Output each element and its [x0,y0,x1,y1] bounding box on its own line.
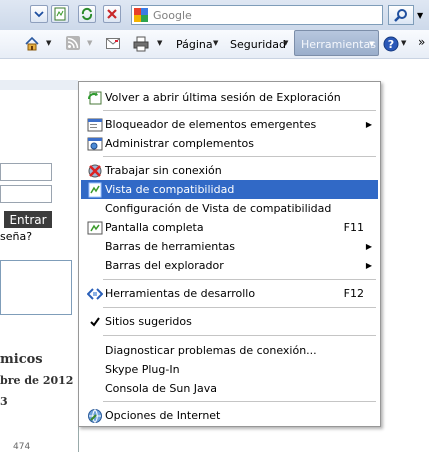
feeds-icon[interactable] [66,36,80,50]
developer-tools-icon [87,288,103,300]
shortcut-label: F12 [343,287,364,300]
refresh-icon [81,7,93,21]
addons-icon [87,137,103,151]
home-icon[interactable] [24,36,40,52]
menu-item-suggested-sites[interactable]: Sitios sugeridos [81,312,378,331]
menu-item-reopen-session[interactable]: Volver a abrir última sesión de Explorac… [81,88,378,107]
menu-item-diagnose-connection[interactable]: Diagnosticar problemas de conexión... [81,341,378,360]
menu-item-popup-blocker[interactable]: Bloqueador de elementos emergentes ▶ [81,115,378,134]
menu-item-label: Configuración de Vista de compatibilidad [105,202,332,215]
menu-item-work-offline[interactable]: Trabajar sin conexión [81,161,378,180]
svg-text:?: ? [388,38,394,51]
offline-icon [88,164,102,178]
compatibility-page-icon [54,7,66,21]
compatibility-button[interactable] [51,5,69,23]
toolbar-overflow-chevron[interactable]: » [418,35,425,49]
tools-menu: Volver a abrir última sesión de Explorac… [78,81,381,427]
page-counter: 474 [13,442,31,452]
address-toolbar: Google ▼ [0,0,429,31]
forgot-password-link[interactable]: seña? [0,230,32,243]
page-date: bre de 2012 [0,374,74,387]
stop-button[interactable] [103,5,121,23]
search-options-arrow[interactable]: ▼ [417,11,423,20]
menu-item-label: Volver a abrir última sesión de Explorac… [105,91,341,104]
address-dropdown-button[interactable] [30,5,48,23]
menu-separator [103,279,376,280]
submenu-arrow-icon: ▶ [365,120,372,129]
reopen-session-icon [88,91,102,105]
menu-separator [103,401,376,402]
menu-item-manage-addons[interactable]: Administrar complementos [81,134,378,153]
internet-options-icon [88,409,102,423]
menu-item-label: Vista de compatibilidad [105,183,235,196]
search-input[interactable]: Google [131,5,383,25]
menu-item-label: Diagnosticar problemas de conexión... [105,344,317,357]
menu-item-developer-tools[interactable]: Herramientas de desarrollo F12 [81,284,378,303]
search-placeholder: Google [153,9,192,22]
chevron-down-icon [34,11,44,18]
compatibility-view-icon [88,182,102,198]
tools-menu-label: Herramientas [301,38,376,51]
print-icon[interactable] [133,36,149,52]
mail-icon[interactable] [106,38,120,49]
menu-item-label: Consola de Sun Java [105,382,218,395]
popup-blocker-icon [87,118,103,132]
menu-item-label: Skype Plug-In [105,363,180,376]
menu-item-explorer-bars[interactable]: Barras del explorador ▶ [81,256,378,275]
menu-item-compatibility-settings[interactable]: Configuración de Vista de compatibilidad [81,199,378,218]
menu-separator [103,307,376,308]
page-small-text: 3 [0,395,8,408]
security-menu-button[interactable]: Seguridad [230,38,286,51]
menu-item-label: Bloqueador de elementos emergentes [105,118,317,131]
web-page-content: Entrar seña? micos bre de 2012 3 474 [0,80,79,452]
page-menu-arrow[interactable]: ▼ [213,39,218,47]
menu-item-compatibility-view[interactable]: Vista de compatibilidad [81,180,378,199]
page-menu-button[interactable]: Página [176,38,213,51]
fullscreen-icon [87,221,103,235]
home-dropdown-arrow[interactable]: ▼ [46,39,51,47]
shortcut-label: F11 [343,221,364,234]
enter-button[interactable]: Entrar [4,211,52,228]
checkmark-icon [90,317,100,327]
feeds-dropdown-arrow[interactable]: ▼ [87,39,92,47]
menu-item-label: Herramientas de desarrollo [105,287,256,300]
password-input[interactable] [0,185,52,203]
username-input[interactable] [0,163,52,181]
menu-item-label: Barras de herramientas [105,240,235,253]
menu-item-fullscreen[interactable]: Pantalla completa F11 [81,218,378,237]
stop-icon [107,9,117,19]
menu-item-label: Administrar complementos [105,137,254,150]
tools-menu-arrow: ▼ [369,40,375,48]
google-icon [134,8,148,22]
refresh-button[interactable] [78,5,96,23]
menu-item-label: Pantalla completa [105,221,204,234]
help-icon[interactable]: ? [383,36,399,52]
menu-separator [103,156,376,157]
menu-separator [103,335,376,336]
menu-item-java-console[interactable]: Consola de Sun Java [81,379,378,398]
menu-item-internet-options[interactable]: Opciones de Internet [81,406,378,425]
page-heading: micos [0,352,43,367]
security-menu-arrow[interactable]: ▼ [283,39,288,47]
tools-menu-button[interactable]: Herramientas ▼ [294,30,379,56]
menu-separator [103,110,376,111]
menu-item-label: Barras del explorador [105,259,224,272]
print-dropdown-arrow[interactable]: ▼ [157,39,162,47]
magnifier-icon [394,9,407,22]
submenu-arrow-icon: ▶ [365,242,372,251]
menu-item-label: Trabajar sin conexión [105,164,222,177]
page-textarea[interactable] [0,260,72,315]
submenu-arrow-icon: ▶ [365,261,372,270]
help-dropdown-arrow[interactable]: ▼ [401,39,406,47]
menu-item-label: Opciones de Internet [105,409,221,422]
menu-item-skype-plugin[interactable]: Skype Plug-In [81,360,378,379]
menu-item-label: Sitios sugeridos [105,315,192,328]
menu-item-toolbars[interactable]: Barras de herramientas ▶ [81,237,378,256]
search-button[interactable] [388,5,414,25]
